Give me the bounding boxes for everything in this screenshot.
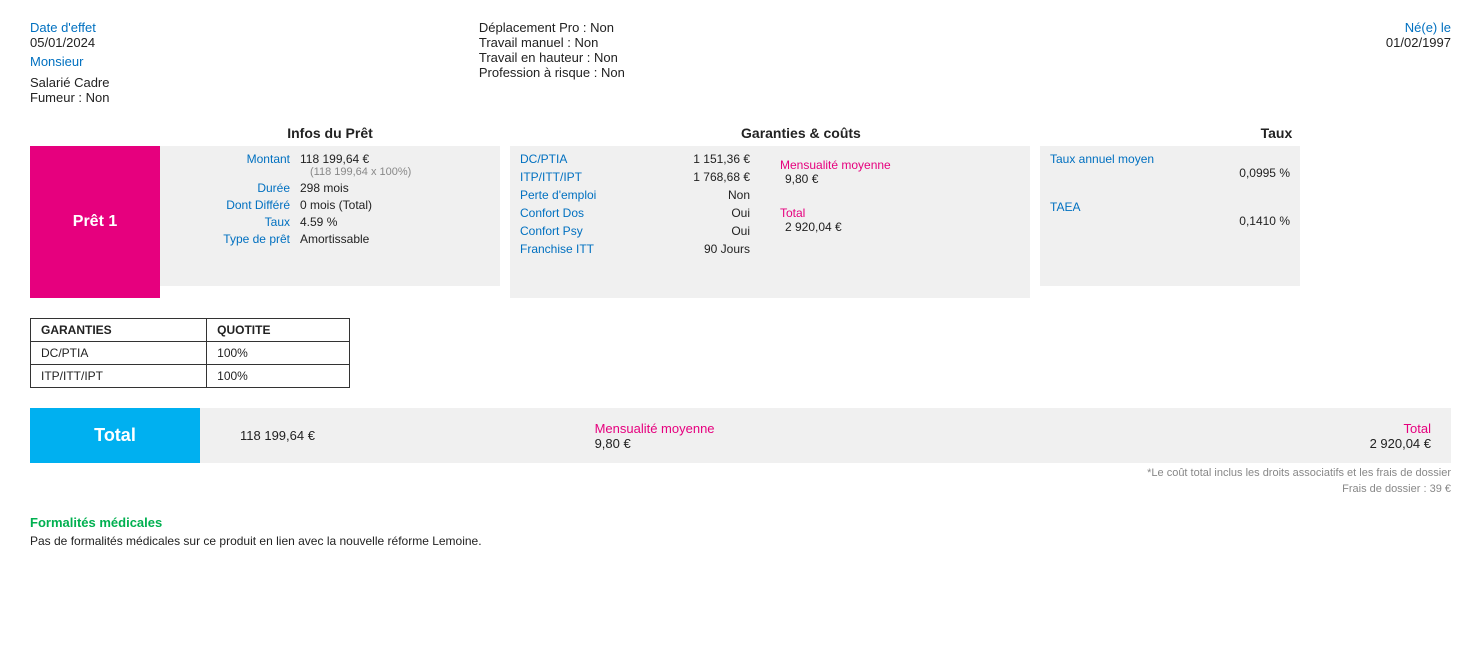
montant-label: Montant xyxy=(170,152,290,178)
total-right-label: Total xyxy=(1096,421,1431,436)
franchise-itt-label: Franchise ITT xyxy=(520,242,594,256)
infos-pret-title: Infos du Prêt xyxy=(160,125,500,141)
mensualite-value: 9,80 € xyxy=(780,172,1010,186)
pret1-row: Prêt 1 Montant 118 199,64 € (118 199,64 … xyxy=(30,146,1451,298)
date-effet: 05/01/2024 xyxy=(30,35,419,50)
header: Date d'effet 05/01/2024 Monsieur Salarié… xyxy=(30,20,1451,105)
type-pret-label: Type de prêt xyxy=(170,232,290,246)
total-right-col: Total 2 920,04 € xyxy=(1096,421,1451,451)
guarantees-table: GARANTIES QUOTITE DC/PTIA 100% ITP/ITT/I… xyxy=(30,318,350,388)
date-effet-label: Date d'effet xyxy=(30,20,419,35)
confort-psy-label: Confort Psy xyxy=(520,224,583,238)
duree-label: Durée xyxy=(170,181,290,195)
garanties-title: Garanties & coûts xyxy=(510,125,1092,141)
header-right: Né(e) le 01/02/1997 xyxy=(1062,20,1451,105)
dc-ptia-value: 1 151,36 € xyxy=(693,152,750,166)
travail-manuel: Travail manuel : Non xyxy=(479,35,1062,50)
footnote-line1: *Le coût total inclus les droits associa… xyxy=(30,467,1451,479)
table-row: DC/PTIA 100% xyxy=(31,342,350,365)
dc-ptia-label: DC/PTIA xyxy=(520,152,567,166)
table-row: ITP/ITT/IPT 100% xyxy=(31,365,350,388)
civilite: Monsieur xyxy=(30,54,419,69)
mensualite-label: Mensualité moyenne xyxy=(780,158,1010,172)
total-mensualite-value: 9,80 € xyxy=(595,436,1097,451)
taux-label: Taux xyxy=(170,215,290,229)
franchise-itt-value: 90 Jours xyxy=(704,242,750,256)
header-left: Date d'effet 05/01/2024 Monsieur Salarié… xyxy=(30,20,419,105)
itp-itt-ipt-value: 1 768,68 € xyxy=(693,170,750,184)
col-garanties: GARANTIES xyxy=(31,319,207,342)
infos-pret-block: Montant 118 199,64 € (118 199,64 x 100%)… xyxy=(160,146,500,298)
total-right-value: 2 920,04 € xyxy=(1096,436,1431,451)
garantie-itp-itt-ipt: ITP/ITT/IPT xyxy=(31,365,207,388)
total-mensualite-col: Mensualité moyenne 9,80 € xyxy=(575,421,1097,451)
fumeur: Fumeur : Non xyxy=(30,90,419,105)
dont-differe-value: 0 mois (Total) xyxy=(290,198,490,212)
garantie-dc-ptia: DC/PTIA xyxy=(31,342,207,365)
travail-hauteur: Travail en hauteur : Non xyxy=(479,50,1062,65)
total-section: Total 118 199,64 € Mensualité moyenne 9,… xyxy=(30,408,1451,463)
taux-annuel-label: Taux annuel moyen xyxy=(1050,152,1290,166)
total-label-box: Total xyxy=(30,408,200,463)
formalites-text: Pas de formalités médicales sur ce produ… xyxy=(30,534,1451,548)
formalites-section: Formalités médicales Pas de formalités m… xyxy=(30,515,1451,548)
section-titles-row: Infos du Prêt Garanties & coûts Taux xyxy=(30,125,1451,141)
ne-le-date: 01/02/1997 xyxy=(1062,35,1451,50)
footnote-section: *Le coût total inclus les droits associa… xyxy=(30,467,1451,495)
pret1-label: Prêt 1 xyxy=(30,146,160,298)
montant-value: 118 199,64 € xyxy=(300,152,490,166)
duree-value: 298 mois xyxy=(290,181,490,195)
confort-dos-label: Confort Dos xyxy=(520,206,584,220)
col-quotite: QUOTITE xyxy=(207,319,350,342)
quotite-itp-itt-ipt: 100% xyxy=(207,365,350,388)
total-mensualite-label: Mensualité moyenne xyxy=(595,421,1097,436)
header-center: Déplacement Pro : Non Travail manuel : N… xyxy=(419,20,1062,105)
deplacement-pro: Déplacement Pro : Non xyxy=(479,20,1062,35)
type-pret-value: Amortissable xyxy=(290,232,490,246)
total-garanties-value: 2 920,04 € xyxy=(780,220,1010,234)
total-garanties-label: Total xyxy=(780,206,1010,220)
taux-block: Taux annuel moyen 0,0995 % TAEA 0,1410 % xyxy=(1040,146,1300,298)
footnote-line2: Frais de dossier : 39 € xyxy=(30,483,1451,495)
itp-itt-ipt-label: ITP/ITT/IPT xyxy=(520,170,582,184)
taea-label: TAEA xyxy=(1050,200,1290,214)
salarie: Salarié Cadre xyxy=(30,75,419,90)
perte-emploi-label: Perte d'emploi xyxy=(520,188,596,202)
formalites-title: Formalités médicales xyxy=(30,515,1451,530)
montant-sub: (118 199,64 x 100%) xyxy=(300,166,490,178)
confort-psy-value: Oui xyxy=(731,224,750,238)
confort-dos-value: Oui xyxy=(731,206,750,220)
perte-emploi-value: Non xyxy=(728,188,750,202)
gc-labels-col: DC/PTIA 1 151,36 € ITP/ITT/IPT 1 768,68 … xyxy=(520,152,750,292)
ne-le-label: Né(e) le xyxy=(1062,20,1451,35)
garanties-couts-block: DC/PTIA 1 151,36 € ITP/ITT/IPT 1 768,68 … xyxy=(510,146,1030,298)
total-amount: 118 199,64 € xyxy=(200,428,575,443)
mensualite-block: Mensualité moyenne 9,80 € Total 2 920,04… xyxy=(770,152,1020,292)
guarantees-table-section: GARANTIES QUOTITE DC/PTIA 100% ITP/ITT/I… xyxy=(30,318,1451,388)
taux-annuel-value: 0,0995 % xyxy=(1050,166,1290,180)
quotite-dc-ptia: 100% xyxy=(207,342,350,365)
taux-value: 4.59 % xyxy=(290,215,490,229)
profession-risque: Profession à risque : Non xyxy=(479,65,1062,80)
taux-title: Taux xyxy=(1102,125,1451,141)
taea-value: 0,1410 % xyxy=(1050,214,1290,228)
dont-differe-label: Dont Différé xyxy=(170,198,290,212)
